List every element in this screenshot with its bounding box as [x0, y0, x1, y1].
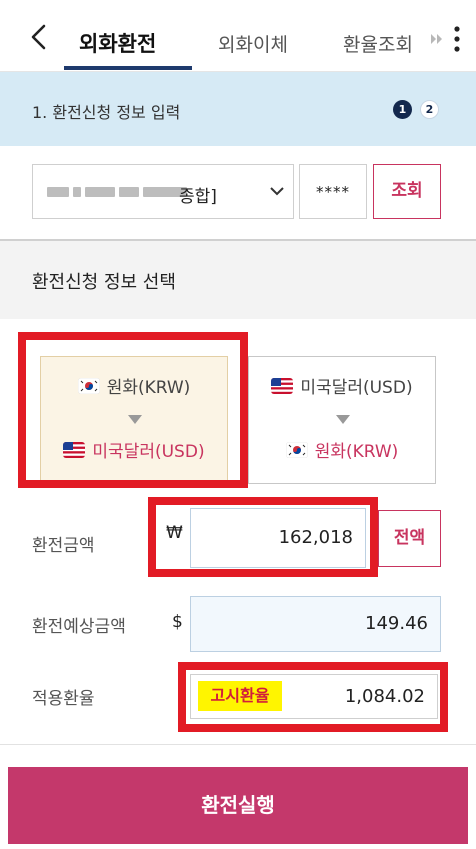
option-usd-to-krw[interactable]: 미국달러(USD) 원화(KRW): [248, 356, 436, 484]
masked-account-number: [47, 187, 187, 197]
password-field[interactable]: ****: [299, 164, 367, 219]
account-select[interactable]: 종합]: [32, 164, 294, 219]
step-title: 1. 환전신청 정보 입력: [32, 103, 181, 122]
triangle-down-icon: [336, 415, 350, 424]
execute-exchange-button[interactable]: 환전실행: [8, 767, 468, 844]
option-from-row: 미국달러(USD): [249, 373, 435, 398]
section-title: 환전신청 정보 선택: [32, 272, 176, 293]
us-flag-icon: [271, 377, 294, 394]
option-krw-to-usd[interactable]: 원화(KRW) 미국달러(USD): [40, 356, 228, 484]
step-next-badge: 2: [420, 100, 439, 119]
section-header: 환전신청 정보 선택: [0, 241, 476, 319]
back-chevron-icon[interactable]: [26, 22, 52, 52]
bottom-divider: [0, 744, 476, 745]
expected-amount-field: 149.46: [190, 596, 441, 652]
korea-flag-icon: [77, 377, 100, 394]
option-from-label: 미국달러(USD): [300, 378, 413, 398]
korea-flag-icon: [285, 441, 308, 458]
active-tab-indicator: [64, 66, 192, 70]
option-to-row: 원화(KRW): [249, 437, 435, 462]
posted-rate-badge: 고시환율: [198, 681, 282, 711]
option-to-label: 원화(KRW): [314, 442, 399, 462]
more-tabs-icon[interactable]: [430, 25, 464, 53]
step-indicator-bar: 1. 환전신청 정보 입력 1 2: [0, 72, 476, 146]
us-flag-icon: [63, 441, 86, 458]
step-current-badge: 1: [393, 100, 412, 119]
chevron-down-icon: [270, 187, 284, 196]
amount-label: 환전금액: [32, 536, 95, 556]
expected-amount-label: 환전예상금액: [32, 617, 126, 637]
option-from-label: 원화(KRW): [106, 378, 191, 398]
option-from-row: 원화(KRW): [41, 373, 227, 398]
amount-input[interactable]: 162,018: [190, 508, 366, 568]
account-type-label: 종합]: [179, 187, 217, 207]
inquiry-button[interactable]: 조회: [373, 164, 441, 219]
tab-rate-inquiry[interactable]: 환율조회: [343, 30, 413, 57]
krw-symbol: ₩: [166, 523, 183, 543]
full-amount-button[interactable]: 전액: [378, 510, 441, 567]
tab-fx-exchange[interactable]: 외화환전: [79, 28, 156, 58]
option-to-label: 미국달러(USD): [92, 442, 205, 462]
applied-rate-label: 적용환율: [32, 689, 95, 709]
tab-fx-transfer[interactable]: 외화이체: [218, 30, 288, 57]
usd-symbol: $: [172, 612, 183, 632]
option-to-row: 미국달러(USD): [41, 437, 227, 462]
triangle-down-icon: [128, 415, 142, 424]
top-nav: 외화환전 외화이체 환율조회: [0, 0, 476, 72]
